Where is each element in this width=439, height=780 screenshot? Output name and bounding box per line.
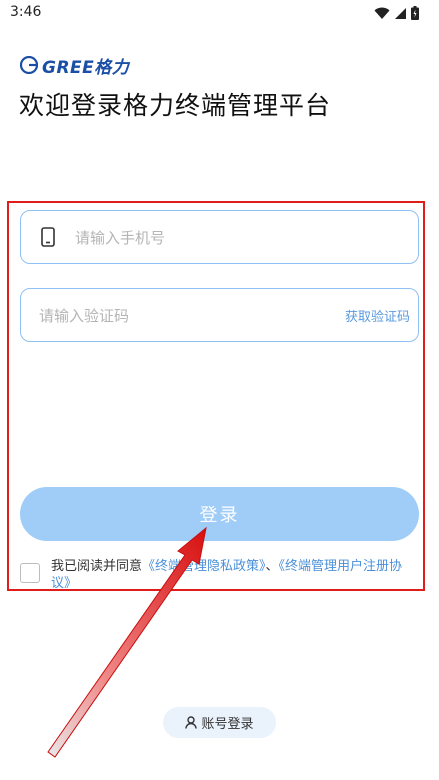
wifi-icon bbox=[374, 7, 390, 19]
status-time: 3:46 bbox=[10, 4, 42, 20]
status-icons bbox=[374, 6, 419, 20]
account-login-button[interactable]: 账号登录 bbox=[163, 707, 276, 738]
signal-icon bbox=[395, 7, 406, 19]
battery-icon bbox=[411, 6, 419, 20]
gree-logo-text: GREE格力 bbox=[42, 57, 130, 78]
status-bar: 3:46 bbox=[0, 0, 439, 26]
page-title: 欢迎登录格力终端管理平台 bbox=[19, 91, 332, 120]
user-icon bbox=[185, 716, 198, 729]
gree-logo: GREE格力 bbox=[20, 54, 130, 78]
gree-logo-mark-icon bbox=[20, 56, 38, 74]
annotation-highlight-box bbox=[7, 201, 425, 591]
account-login-label: 账号登录 bbox=[201, 717, 254, 732]
